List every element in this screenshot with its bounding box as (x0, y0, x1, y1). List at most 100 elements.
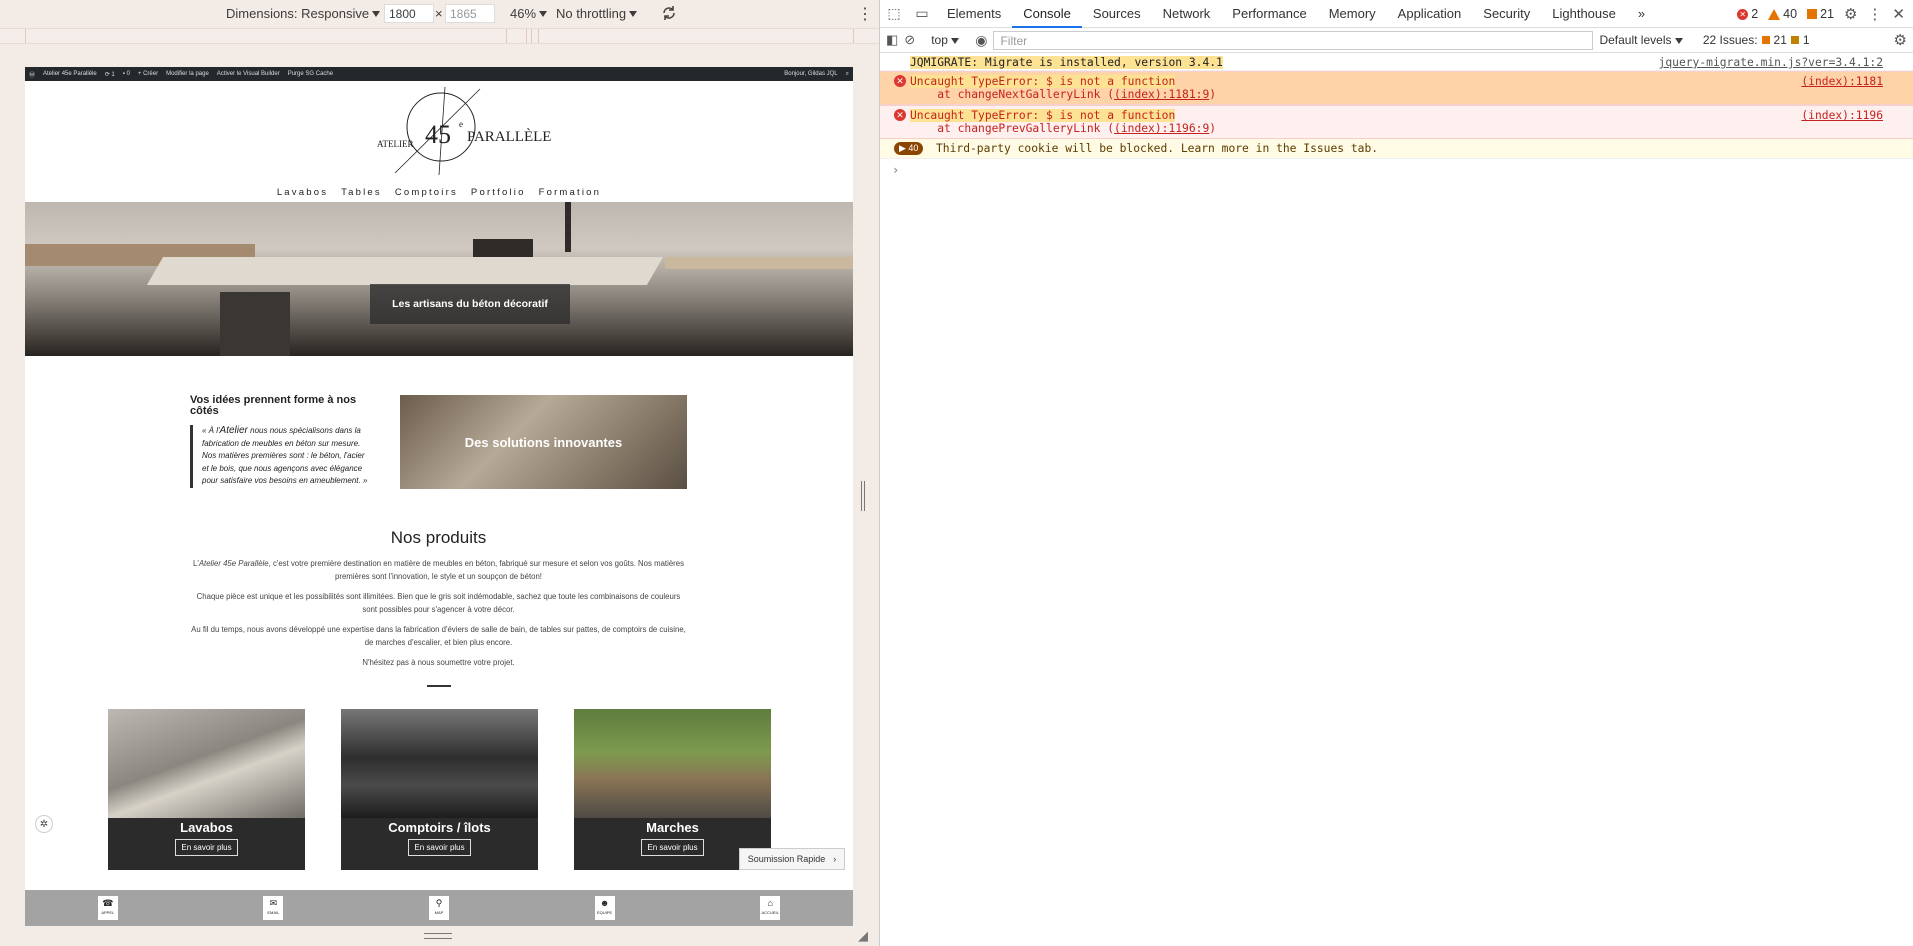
card-button[interactable]: En savoir plus (641, 839, 704, 856)
footer-email[interactable]: ✉ EMAIL (263, 896, 284, 920)
clear-console-icon[interactable]: ⊘ (904, 32, 915, 48)
nav-lavabos[interactable]: Lavabos (277, 187, 328, 198)
warning-counter[interactable]: 40 (1768, 7, 1797, 21)
logo-number: 45 (425, 120, 451, 149)
issue-counter[interactable]: 21 (1807, 7, 1834, 21)
card-comptoirs[interactable]: Comptoirs / îlots En savoir plus (341, 709, 538, 870)
stack-link[interactable]: (index):1196:9 (1114, 122, 1209, 135)
issue-warning-icon (1761, 36, 1770, 44)
footer-map[interactable]: ⚲ MAP (428, 896, 449, 920)
admin-visual-builder[interactable]: Activer le Visual Builder (217, 71, 280, 77)
wordpress-icon[interactable]: Ⓦ (29, 70, 35, 79)
quick-quote-button[interactable]: Soumission Rapide › (739, 848, 845, 870)
updates-count: 1 (111, 71, 115, 78)
admin-greeting[interactable]: Bonjour, Gildas JQL (784, 71, 837, 77)
console-prompt[interactable]: › (880, 159, 1913, 181)
log-levels-label: Default levels (1599, 33, 1672, 47)
tab-sources[interactable]: Sources (1082, 0, 1152, 28)
error-count: 2 (1751, 7, 1759, 21)
log-levels-select[interactable]: Default levels (1599, 33, 1683, 47)
admin-edit-page[interactable]: Modifier la page (166, 71, 209, 77)
card-button[interactable]: En savoir plus (175, 839, 238, 856)
nav-comptoirs[interactable]: Comptoirs (395, 187, 458, 198)
viewport-resize-handle-bottom[interactable] (424, 933, 452, 939)
card-image (341, 709, 538, 818)
throttling-select[interactable]: No throttling (556, 6, 638, 21)
tab-elements[interactable]: Elements (936, 0, 1012, 28)
device-emulation-pane: Dimensions: Responsive 1800 × 1865 46% N… (0, 0, 879, 946)
more-tabs-icon[interactable]: » (1627, 0, 1656, 28)
tab-security[interactable]: Security (1472, 0, 1541, 28)
admin-purge-cache[interactable]: Purge SG Cache (288, 71, 333, 77)
issues-label: 22 Issues: (1702, 33, 1758, 47)
customize-menu-icon[interactable]: ⋮ (1867, 5, 1882, 23)
nav-tables[interactable]: Tables (341, 187, 382, 198)
logo-superscript: e (459, 119, 463, 129)
source-link[interactable]: (index):1181 (1801, 75, 1883, 88)
p1-brand: Atelier 45e Parallèle (198, 559, 269, 568)
site-logo[interactable]: ATELIER 45 e PARALLÈLE (355, 85, 555, 177)
logo-text-atelier: ATELIER (377, 139, 414, 149)
admin-updates[interactable]: ⟳ 1 (105, 71, 115, 78)
tab-console[interactable]: Console (1012, 0, 1082, 28)
card-lavabos[interactable]: Lavabos En savoir plus (108, 709, 305, 870)
inspect-element-icon[interactable]: ⬚ (880, 5, 908, 22)
footer-home[interactable]: ⌂ ACCUEIL (760, 896, 781, 920)
error-icon: ✕ (894, 109, 906, 121)
height-input[interactable]: 1865 (445, 4, 495, 23)
dimensions-select[interactable]: Dimensions: Responsive (226, 6, 381, 21)
settings-gear-icon[interactable]: ⚙ (1844, 5, 1857, 23)
admin-search-icon[interactable]: ⌕ (846, 71, 849, 78)
width-input[interactable]: 1800 (384, 4, 434, 23)
viewport-resize-handle-right[interactable] (861, 481, 865, 511)
nav-portfolio[interactable]: Portfolio (471, 187, 526, 198)
tab-application[interactable]: Application (1387, 0, 1473, 28)
filter-input[interactable]: Filter (993, 30, 1594, 50)
cookie-settings-icon[interactable]: ✲ (35, 815, 53, 833)
footer-call[interactable]: ☎ APPEL (97, 896, 118, 920)
error-text: Uncaught TypeError: $ is not a function (910, 75, 1176, 88)
rotate-icon[interactable] (660, 4, 678, 22)
more-options-icon[interactable]: ⋮ (857, 4, 873, 24)
stack-close: ) (1209, 88, 1217, 101)
card-button[interactable]: En savoir plus (408, 839, 471, 856)
tab-network[interactable]: Network (1152, 0, 1222, 28)
chevron-down-icon (629, 10, 638, 17)
tab-memory[interactable]: Memory (1318, 0, 1387, 28)
devtools-status: ✕ 2 40 21 ⚙ ⋮ ✕ (1737, 0, 1905, 28)
admin-comments[interactable]: ▪ 0 (123, 71, 130, 77)
tab-lighthouse[interactable]: Lighthouse (1541, 0, 1627, 28)
zoom-select[interactable]: 46% (510, 6, 548, 21)
card-marches[interactable]: Marches En savoir plus (574, 709, 771, 870)
quick-quote-label: Soumission Rapide (747, 854, 826, 864)
console-settings-gear-icon[interactable]: ⚙ (1894, 31, 1907, 49)
device-toggle-icon[interactable]: ▭ (908, 5, 936, 22)
warning-icon (1768, 8, 1781, 20)
chevron-down-icon (372, 10, 381, 17)
hero-caption: Les artisans du béton décoratif (370, 284, 570, 324)
warning-group-badge[interactable]: ▶ 40 (894, 142, 924, 155)
admin-new[interactable]: + Créer (138, 71, 158, 77)
intro-title: Vos idées prennent forme à nos côtés (190, 394, 357, 417)
context-select[interactable]: top (931, 33, 960, 47)
devtools-panel: ⬚ ▭ Elements Console Sources Network Per… (879, 0, 1913, 946)
live-expression-eye-icon[interactable]: ◉ (975, 32, 987, 49)
console-warning-cookies[interactable]: ▶ 40 Third-party cookie will be blocked.… (880, 139, 1913, 159)
stack-link[interactable]: (index):1181:9 (1114, 88, 1209, 101)
dimensions-label: Dimensions: Responsive (226, 6, 370, 21)
close-icon[interactable]: ✕ (1892, 5, 1905, 23)
tab-performance[interactable]: Performance (1221, 0, 1317, 28)
source-link[interactable]: (index):1196 (1801, 109, 1883, 122)
dimension-separator: × (435, 6, 443, 21)
viewport-resize-corner-icon[interactable]: ◢ (858, 928, 868, 944)
solutions-banner[interactable]: Des solutions innovantes (400, 395, 687, 489)
products-section: Nos produits L'Atelier 45e Parallèle, c'… (190, 528, 687, 687)
sidebar-toggle-icon[interactable]: ◧ (886, 32, 898, 48)
error-counter[interactable]: ✕ 2 (1737, 7, 1758, 21)
nav-formation[interactable]: Formation (539, 187, 602, 198)
source-link[interactable]: jquery-migrate.min.js?ver=3.4.1:2 (1659, 56, 1883, 69)
footer-team[interactable]: ☻ ÉQUIPE (594, 896, 615, 920)
issues-link[interactable]: 22 Issues: 21 1 (1703, 33, 1810, 47)
media-query-ruler[interactable] (0, 28, 879, 44)
admin-site-link[interactable]: Atelier 45e Parallèle (43, 71, 97, 77)
